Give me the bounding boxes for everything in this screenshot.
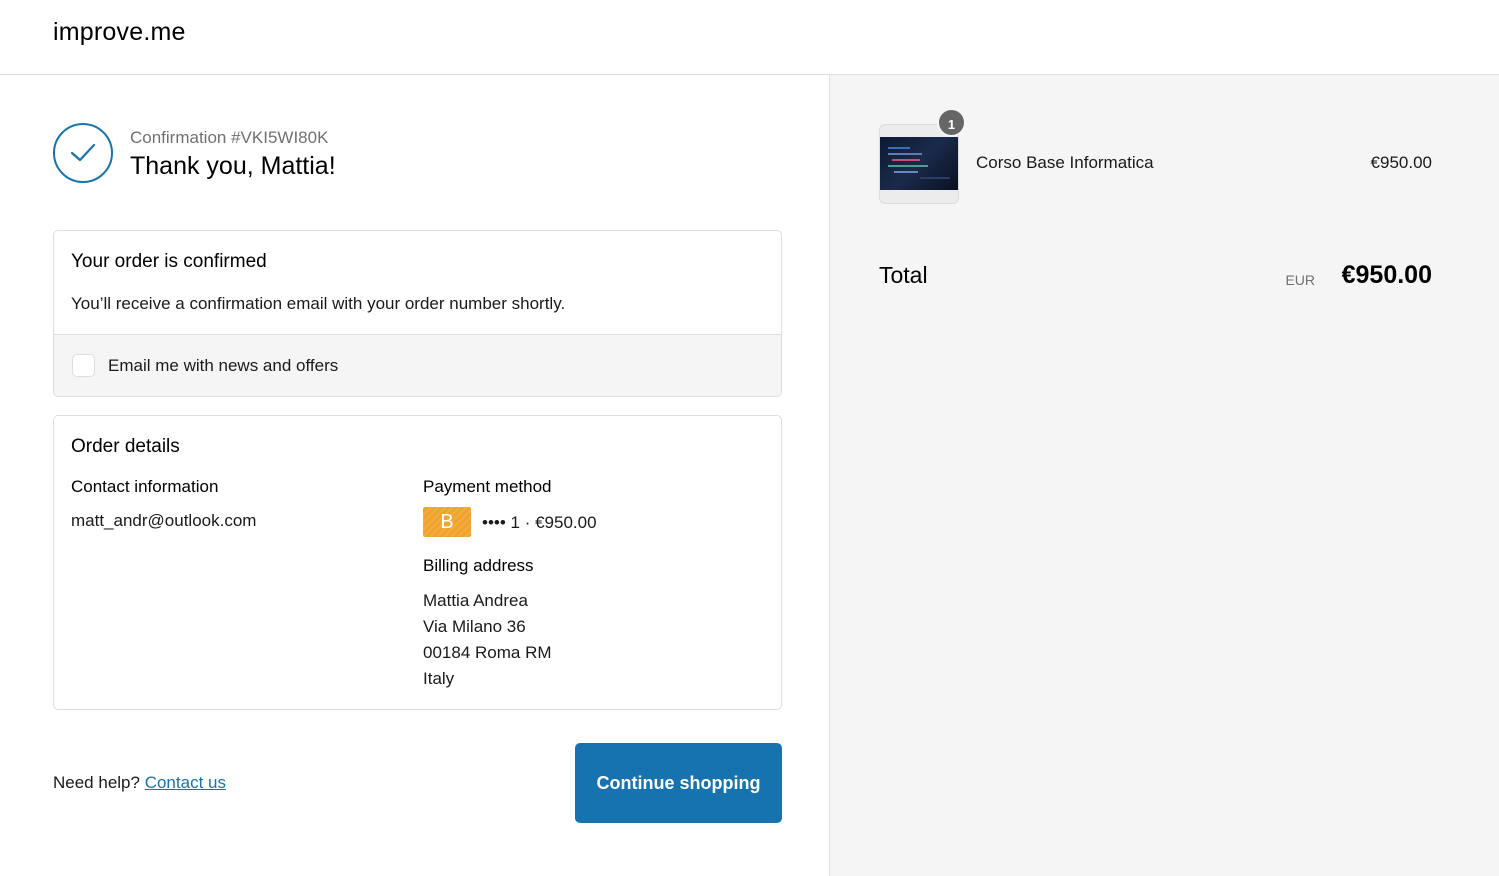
order-confirmed-card: Your order is confirmed You’ll receive a… <box>53 230 782 397</box>
total-label: Total <box>879 262 928 288</box>
help-text: Need help? Contact us <box>53 773 226 793</box>
newsletter-checkbox[interactable] <box>72 354 95 377</box>
product-price: €950.00 <box>1370 153 1432 172</box>
payment-card-icon: B <box>423 507 471 537</box>
billing-country: Italy <box>423 669 455 688</box>
continue-shopping-button[interactable]: Continue shopping <box>575 743 782 823</box>
order-details-title: Order details <box>71 436 180 457</box>
newsletter-label[interactable]: Email me with news and offers <box>108 356 338 376</box>
help-label: Need help? <box>53 773 140 792</box>
billing-street: Via Milano 36 <box>423 617 526 636</box>
billing-city: 00184 Roma RM <box>423 643 552 662</box>
thank-you-heading: Thank you, Mattia! <box>130 152 336 180</box>
contact-email: matt_andr@outlook.com <box>71 511 257 530</box>
checkmark-icon <box>53 123 113 183</box>
order-details-card: Order details Contact information matt_a… <box>53 415 782 710</box>
payment-method-heading: Payment method <box>423 477 552 496</box>
product-image <box>880 137 958 190</box>
order-confirmed-title: Your order is confirmed <box>71 251 267 272</box>
product-name: Corso Base Informatica <box>976 153 1154 172</box>
payment-summary: •••• 1 · €950.00 <box>482 513 597 532</box>
billing-address-heading: Billing address <box>423 556 534 575</box>
contact-info-heading: Contact information <box>71 477 219 496</box>
billing-name: Mattia Andrea <box>423 591 528 610</box>
order-summary-sidebar: 1 Corso Base Informatica €950.00 Total E… <box>829 75 1499 876</box>
total-currency: EUR <box>1285 272 1315 288</box>
total-amount: €950.00 <box>1341 261 1432 289</box>
brand-logo[interactable]: improve.me <box>53 18 186 47</box>
site-header: improve.me <box>0 0 1499 75</box>
main-content: Confirmation #VKI5WI80K Thank you, Matti… <box>0 75 829 876</box>
order-confirmed-description: You’ll receive a confirmation email with… <box>71 294 566 313</box>
newsletter-option[interactable]: Email me with news and offers <box>54 334 781 396</box>
contact-us-link[interactable]: Contact us <box>145 773 226 792</box>
confirmation-number: Confirmation #VKI5WI80K <box>130 128 329 147</box>
quantity-badge: 1 <box>937 108 966 137</box>
